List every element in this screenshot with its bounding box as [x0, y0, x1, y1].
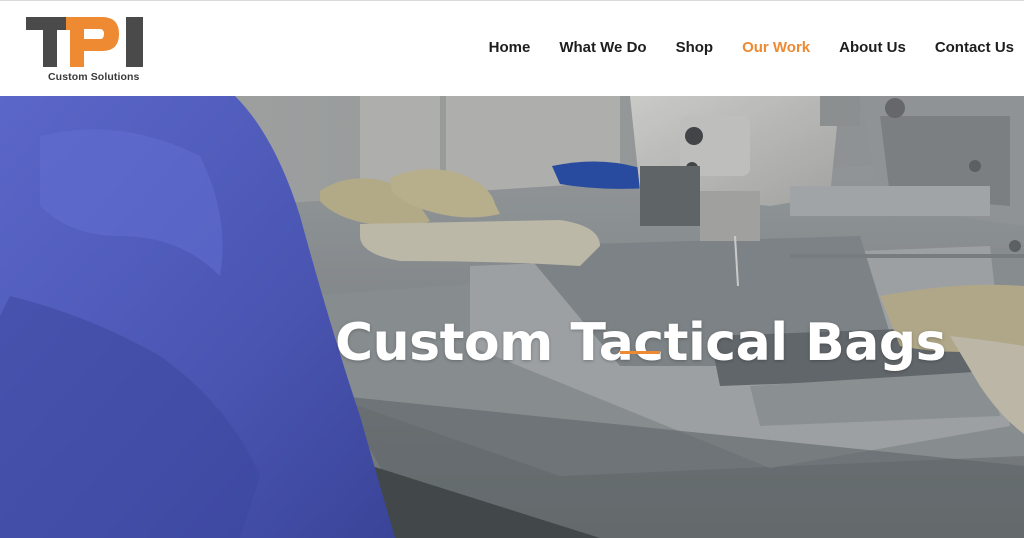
- hero-title-underline: [620, 351, 660, 354]
- site-header: Custom Solutions Home What We Do Shop Ou…: [0, 0, 1024, 96]
- tpi-logo-icon: [26, 17, 143, 67]
- logo[interactable]: Custom Solutions: [26, 15, 150, 85]
- logo-tagline: Custom Solutions: [48, 71, 140, 83]
- nav-about-us[interactable]: About Us: [839, 39, 906, 56]
- nav-contact-us[interactable]: Contact Us: [935, 39, 1014, 56]
- nav-home[interactable]: Home: [489, 39, 531, 56]
- nav-our-work[interactable]: Our Work: [742, 39, 810, 56]
- nav-what-we-do[interactable]: What We Do: [559, 39, 646, 56]
- hero-title: Custom Tactical Bags: [334, 312, 947, 373]
- nav-shop[interactable]: Shop: [676, 39, 714, 56]
- main-nav: Home What We Do Shop Our Work About Us C…: [460, 39, 1014, 56]
- hero-banner: Custom Tactical Bags: [0, 96, 1024, 538]
